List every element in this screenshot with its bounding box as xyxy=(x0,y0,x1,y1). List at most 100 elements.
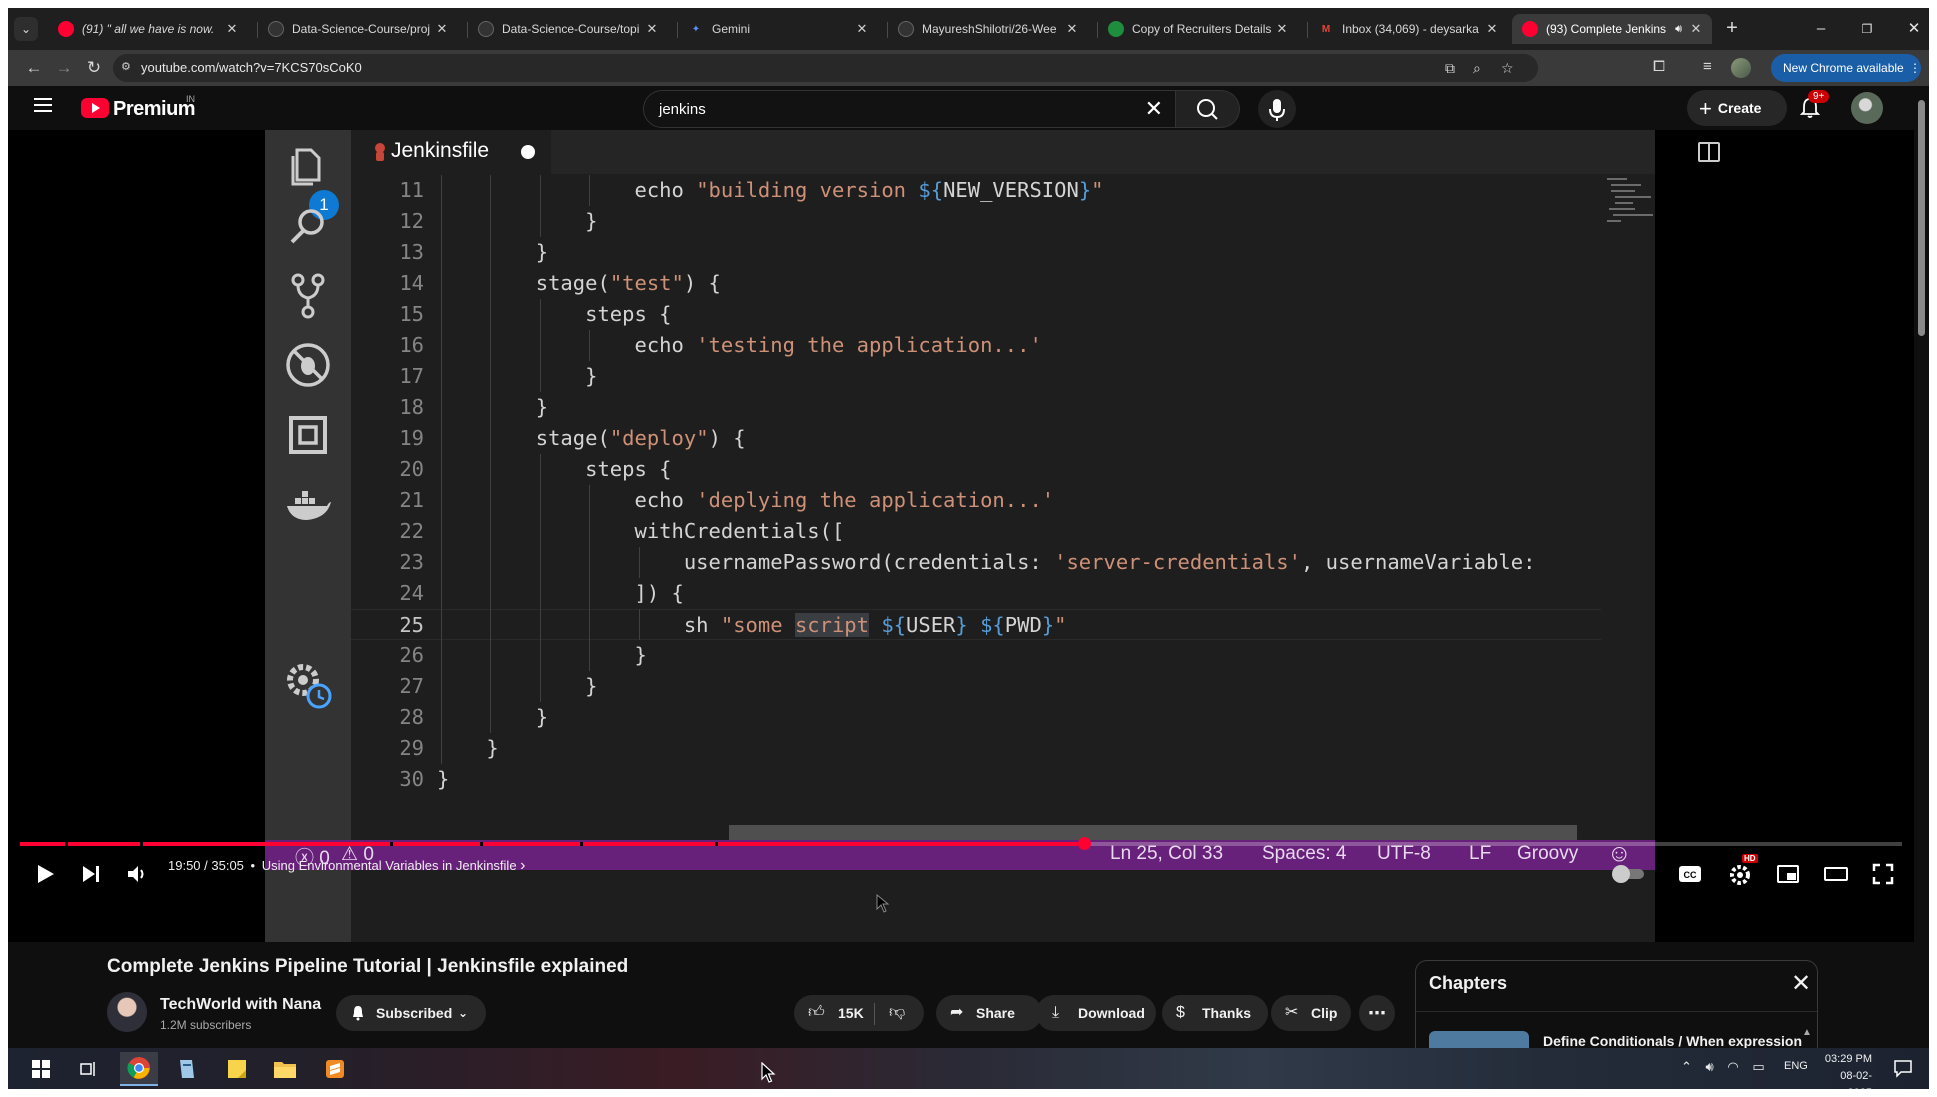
media-controls-icon[interactable]: ≡ xyxy=(1703,58,1712,75)
reload-icon[interactable]: ↻ xyxy=(82,56,106,80)
chrome-update-button[interactable]: New Chrome available ⋮ xyxy=(1771,54,1921,82)
play-icon[interactable] xyxy=(34,863,56,885)
chapter-chevron-icon[interactable]: › xyxy=(520,857,525,874)
page-scrollbar[interactable] xyxy=(1914,86,1929,1089)
thanks-button[interactable]: $ Thanks xyxy=(1162,995,1268,1031)
close-chapters-icon[interactable]: ✕ xyxy=(1791,969,1811,998)
close-tab-icon[interactable]: ✕ xyxy=(1062,21,1082,37)
unsaved-dot-icon[interactable] xyxy=(521,145,535,159)
video-progress-bar[interactable] xyxy=(20,837,1902,850)
install-app-icon[interactable]: ⧉ xyxy=(1445,60,1455,77)
site-info-icon[interactable]: ⚙ xyxy=(121,60,135,74)
share-button[interactable]: ➦ Share xyxy=(936,995,1042,1031)
minimize-icon[interactable]: – xyxy=(1798,16,1844,42)
code-line[interactable]: 26 } xyxy=(351,640,1601,671)
zoom-icon[interactable]: ⌕ xyxy=(1473,60,1481,77)
youtube-brand[interactable]: Premium xyxy=(113,98,196,121)
new-tab-icon[interactable]: + xyxy=(1720,17,1744,41)
code-line[interactable]: 22 withCredentials([ xyxy=(351,516,1601,547)
close-tab-icon[interactable]: ✕ xyxy=(432,21,452,37)
code-line[interactable]: 28 } xyxy=(351,702,1601,733)
next-video-icon[interactable] xyxy=(80,863,102,885)
volume-icon[interactable] xyxy=(126,863,148,885)
tray-battery-icon[interactable]: ▭ xyxy=(1752,1059,1764,1074)
code-line[interactable]: 19 stage("deploy") { xyxy=(351,423,1601,454)
code-line[interactable]: 23 usernamePassword(credentials: 'server… xyxy=(351,547,1601,578)
download-button[interactable]: ⤓ Download xyxy=(1036,995,1156,1031)
action-center-icon[interactable] xyxy=(1893,1058,1913,1078)
windows-start-icon[interactable] xyxy=(22,1052,60,1086)
bookmark-star-icon[interactable]: ☆ xyxy=(1501,60,1514,77)
close-tab-icon[interactable]: ✕ xyxy=(222,21,242,37)
page-scroll-thumb[interactable] xyxy=(1918,100,1925,336)
browser-tab[interactable]: MayureshShilotri/26-Wee ✕ xyxy=(888,14,1088,44)
more-actions-button[interactable]: ⋯ xyxy=(1359,995,1395,1031)
close-tab-icon[interactable]: ✕ xyxy=(1686,21,1706,37)
search-button[interactable] xyxy=(1176,90,1240,128)
app-taskbar-icon[interactable] xyxy=(168,1052,206,1086)
youtube-logo-icon[interactable] xyxy=(81,98,109,118)
code-line[interactable]: 17 } xyxy=(351,361,1601,392)
clip-button[interactable]: ✂ Clip xyxy=(1271,995,1351,1031)
code-line[interactable]: 14 stage("test") { xyxy=(351,268,1601,299)
forward-icon[interactable]: → xyxy=(52,56,76,80)
scroll-up-icon[interactable]: ▲ xyxy=(1802,1027,1812,1038)
miniplayer-icon[interactable] xyxy=(1776,863,1800,885)
address-bar[interactable]: ⚙ youtube.com/watch?v=7KCS70sCoK0 ⧉ ⌕ ☆ xyxy=(113,54,1538,82)
code-line[interactable]: 16 echo 'testing the application...' xyxy=(351,330,1601,361)
speaker-icon[interactable]: 🔊︎ xyxy=(1675,23,1682,36)
subscribed-button[interactable]: Subscribed ⌄ xyxy=(336,995,486,1031)
browser-tab[interactable]: (91) " all we have is now. ✕ xyxy=(48,14,248,44)
back-icon[interactable]: ← xyxy=(22,56,46,80)
window-close-icon[interactable]: ✕ xyxy=(1891,16,1929,42)
task-view-icon[interactable] xyxy=(70,1052,108,1086)
code-line[interactable]: 29 } xyxy=(351,733,1601,764)
search-input[interactable]: jenkins ✕ xyxy=(643,90,1176,128)
tray-expand-icon[interactable]: ⌃ xyxy=(1681,1059,1692,1074)
code-line[interactable]: 11 echo "building version ${NEW_VERSION}… xyxy=(351,175,1601,206)
code-line[interactable]: 18 } xyxy=(351,392,1601,423)
current-chapter[interactable]: Using Environmental Variables in Jenkins… xyxy=(262,858,517,873)
input-language[interactable]: ENG xyxy=(1784,1060,1808,1072)
close-tab-icon[interactable]: ✕ xyxy=(852,21,872,37)
browser-tab[interactable]: M Inbox (34,069) - deysarka ✕ xyxy=(1308,14,1508,44)
code-line[interactable]: 15 steps { xyxy=(351,299,1601,330)
more-menu-icon[interactable]: ⋮ xyxy=(1909,54,1921,82)
chrome-taskbar-icon[interactable] xyxy=(120,1052,158,1086)
editor-file-tab[interactable]: Jenkinsfile xyxy=(351,130,551,174)
clear-search-icon[interactable]: ✕ xyxy=(1145,96,1163,122)
theater-mode-icon[interactable] xyxy=(1824,863,1848,885)
browser-tab-active[interactable]: (93) Complete Jenkins 🔊︎ ✕ xyxy=(1512,14,1712,44)
code-line[interactable]: 27 } xyxy=(351,671,1601,702)
tray-wifi-icon[interactable]: ◠ xyxy=(1727,1059,1738,1074)
dislike-button[interactable]: 👎︎ xyxy=(875,995,924,1031)
file-explorer-icon[interactable] xyxy=(266,1052,304,1086)
split-editor-icon[interactable] xyxy=(1698,142,1720,162)
autoplay-toggle[interactable] xyxy=(1610,865,1646,883)
restore-icon[interactable]: ❐ xyxy=(1844,16,1890,42)
close-tab-icon[interactable]: ✕ xyxy=(642,21,662,37)
captions-icon[interactable]: CC xyxy=(1678,863,1702,885)
close-tab-icon[interactable]: ✕ xyxy=(1482,21,1502,37)
editor-minimap[interactable] xyxy=(1601,174,1655,816)
channel-avatar[interactable] xyxy=(107,992,147,1032)
channel-name[interactable]: TechWorld with Nana xyxy=(160,996,321,1014)
browser-tab[interactable]: Data-Science-Course/topi ✕ xyxy=(468,14,668,44)
voice-search-button[interactable] xyxy=(1258,90,1296,128)
code-line[interactable]: 30} xyxy=(351,764,1601,795)
extensions-icon[interactable]: ⧠ xyxy=(1653,58,1665,75)
sublime-text-icon[interactable] xyxy=(316,1052,354,1086)
sticky-notes-icon[interactable] xyxy=(218,1052,256,1086)
settings-gear-icon[interactable] xyxy=(1728,863,1752,887)
horizontal-scrollbar[interactable] xyxy=(729,825,1577,840)
system-clock[interactable]: 03:29 PM 08-02-2025 xyxy=(1820,1051,1872,1089)
tray-volume-icon[interactable]: 🔊︎ xyxy=(1706,1059,1714,1074)
browser-tab[interactable]: Data-Science-Course/proj ✕ xyxy=(258,14,458,44)
close-tab-icon[interactable]: ✕ xyxy=(1272,21,1292,37)
tab-search-dropdown-icon[interactable]: ⌄ xyxy=(14,17,38,41)
hamburger-menu-icon[interactable] xyxy=(34,98,52,112)
code-editor[interactable]: 11 echo "building version ${NEW_VERSION}… xyxy=(351,174,1601,816)
browser-tab[interactable]: ✦ Gemini ✕ xyxy=(678,14,878,44)
code-line[interactable]: 25 sh "some script ${USER} ${PWD}" xyxy=(351,609,1601,640)
video-player[interactable]: 1 Jenkinsfile 11 echo "building version … xyxy=(8,130,1914,942)
